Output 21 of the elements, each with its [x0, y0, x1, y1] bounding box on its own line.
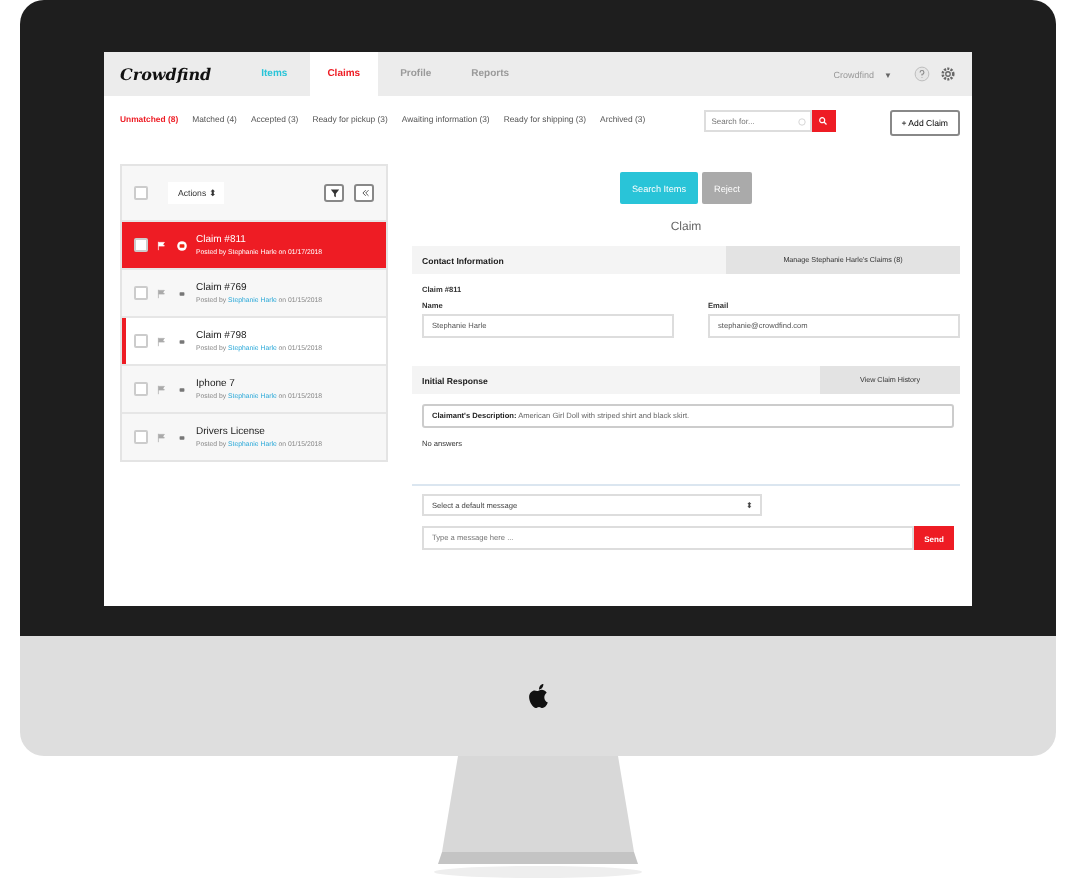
flag-icon[interactable]	[156, 383, 168, 395]
checkbox[interactable]	[134, 382, 148, 396]
help-icon[interactable]	[914, 66, 930, 82]
flag-icon[interactable]	[156, 431, 168, 443]
flag-icon[interactable]	[156, 287, 168, 299]
search-button[interactable]	[811, 110, 836, 132]
checkbox[interactable]	[134, 186, 148, 200]
item-icon	[176, 239, 188, 251]
settings-icon[interactable]	[940, 66, 956, 82]
checkbox[interactable]	[134, 238, 148, 252]
checkbox[interactable]	[134, 334, 148, 348]
logo: Crowdfind	[120, 64, 212, 84]
double-chevron-icon	[357, 186, 371, 200]
logo-icon	[527, 682, 549, 710]
search-icon	[818, 116, 829, 126]
filter-button[interactable]	[324, 184, 344, 202]
flag-icon[interactable]	[156, 335, 168, 347]
collapse-button[interactable]	[354, 184, 374, 202]
filter-icon	[327, 186, 341, 200]
checkbox[interactable]	[134, 286, 148, 300]
checkbox[interactable]	[134, 430, 148, 444]
